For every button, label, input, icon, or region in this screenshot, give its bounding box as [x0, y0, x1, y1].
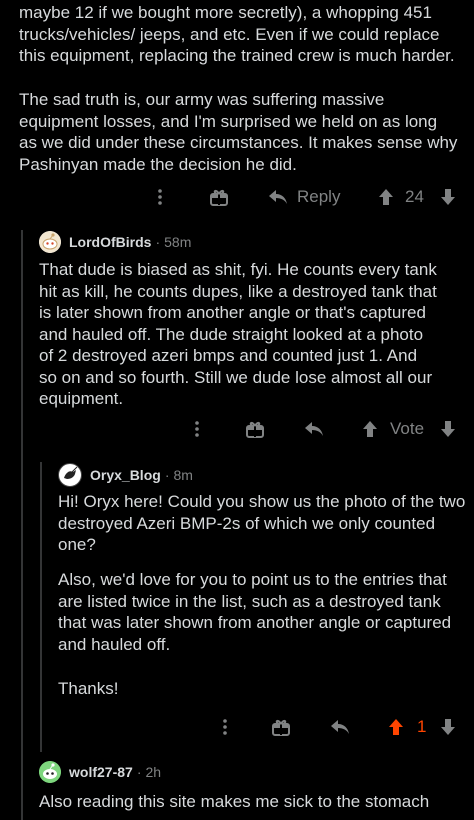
more-options-button[interactable]: [221, 709, 229, 745]
comment-body: Hi! Oryx here! Could you show us the pho…: [58, 492, 466, 554]
downvote-icon: [441, 189, 455, 205]
comment-author[interactable]: Oryx_Blog: [90, 467, 161, 483]
more-options-button[interactable]: [156, 179, 164, 215]
upvote-icon: [363, 421, 377, 437]
upvote-button[interactable]: [388, 709, 404, 745]
reply-arrow-icon: [331, 720, 349, 734]
upvote-button[interactable]: [378, 179, 394, 215]
award-icon: [210, 190, 228, 206]
upvote-button[interactable]: [362, 411, 378, 447]
award-button[interactable]: [246, 411, 264, 447]
comment-body: That dude is biased as shit, fyi. He cou…: [39, 260, 437, 408]
separator-dot: ·: [155, 234, 161, 250]
comment-action-bar: Vote: [0, 411, 474, 447]
vote-label: Vote: [390, 411, 424, 447]
comment-body: Thanks!: [58, 679, 119, 698]
upvote-icon: [389, 719, 403, 735]
comment-body: Also reading this site makes me sick to …: [39, 792, 430, 811]
award-button[interactable]: [272, 709, 290, 745]
comment-header: LordOfBirds · 58m: [39, 231, 191, 253]
downvote-icon: [441, 421, 455, 437]
reply-arrow-icon: [269, 190, 287, 204]
score: 1: [417, 709, 426, 745]
downvote-button[interactable]: [440, 179, 456, 215]
comment-time: 8m: [173, 467, 193, 483]
score-value: 24: [405, 187, 424, 206]
avatar[interactable]: [58, 463, 82, 487]
comment-author[interactable]: LordOfBirds: [69, 234, 151, 250]
downvote-button[interactable]: [440, 411, 456, 447]
more-options-button[interactable]: [193, 411, 201, 447]
score-value: 1: [417, 717, 427, 736]
reply-button[interactable]: Reply: [268, 179, 340, 215]
reply-arrow-icon: [305, 422, 323, 436]
score: 24: [405, 179, 424, 215]
comment-header: Oryx_Blog · 8m: [58, 463, 193, 487]
award-icon: [246, 422, 264, 438]
separator-dot: ·: [136, 764, 142, 780]
award-button[interactable]: [210, 179, 228, 215]
comment-time: 2h: [145, 764, 162, 780]
more-vertical-icon: [223, 719, 227, 735]
reply-label: Reply: [297, 187, 341, 206]
comment-action-bar: Reply 24: [0, 179, 474, 215]
comment-body: maybe 12 if we bought more secretly), a …: [19, 3, 455, 65]
avatar[interactable]: [39, 231, 61, 253]
award-icon: [272, 720, 290, 736]
snoo-avatar-icon: [39, 761, 61, 783]
downvote-button[interactable]: [440, 709, 456, 745]
reply-button[interactable]: [304, 411, 324, 447]
comment-time: 58m: [164, 234, 192, 250]
comment-author[interactable]: wolf27-87: [69, 764, 133, 780]
snoo-avatar-icon: [39, 231, 61, 253]
more-vertical-icon: [195, 421, 199, 437]
avatar[interactable]: [39, 761, 61, 783]
vote-text: Vote: [390, 419, 425, 438]
more-vertical-icon: [158, 189, 162, 205]
upvote-icon: [379, 189, 393, 205]
downvote-icon: [441, 719, 455, 735]
comment-body: Also, we'd love for you to point us to t…: [58, 570, 452, 654]
comment-header: wolf27-87 · 2h: [39, 761, 161, 783]
reply-button[interactable]: [330, 709, 350, 745]
oryx-avatar-icon: [60, 465, 80, 485]
comment-body: The sad truth is, our army was suffering…: [19, 90, 458, 174]
comment-action-bar: 1: [0, 709, 474, 745]
separator-dot: ·: [164, 467, 170, 483]
